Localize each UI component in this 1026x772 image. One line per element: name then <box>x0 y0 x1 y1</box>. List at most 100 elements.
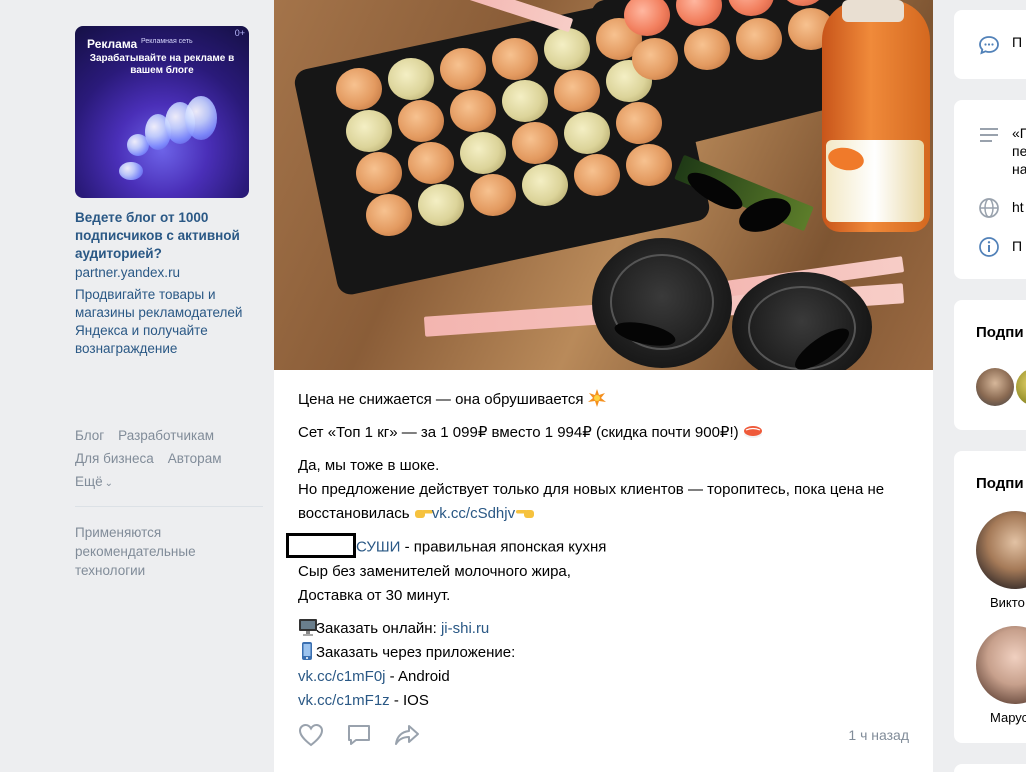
footer-link-blog[interactable]: Блог <box>75 428 104 443</box>
post-line-text: Но предложение действует только для новы… <box>298 481 885 522</box>
contact-name[interactable]: Викто <box>990 595 1025 610</box>
more-info-row[interactable]: П <box>978 236 1022 258</box>
desktop-computer-icon <box>298 618 317 636</box>
right-card-subscribers: Подпи <box>954 300 1026 430</box>
description-row: «Г пе на <box>978 125 1026 178</box>
post-line-text: Да, мы тоже в шоке. <box>298 457 440 474</box>
description-text: «Г пе на <box>1012 125 1026 177</box>
right-card-contacts: Подпи Викто Марус <box>954 451 1026 743</box>
post-line-text: Сыр без заменителей молочного жира, <box>298 563 571 580</box>
sushi-roll <box>346 110 392 153</box>
post-text: Цена не снижается — она обрушивается Сет… <box>274 370 933 713</box>
sushi-roll <box>502 80 548 123</box>
website-link[interactable]: ji-shi.ru <box>441 620 489 637</box>
promo-link[interactable]: vk.cc/cSdhjv <box>432 505 515 522</box>
sushi-roll <box>736 18 782 61</box>
post-line-text: - Android <box>385 668 450 685</box>
post-line-text: Сет «Топ 1 кг» — за 1 099₽ вместо 1 994₽… <box>298 424 739 441</box>
post-line: Да, мы тоже в шоке. Но предложение дейст… <box>298 454 909 526</box>
sushi-roll <box>398 100 444 143</box>
sidebar-divider <box>75 506 263 507</box>
ad-domain-link[interactable]: partner.yandex.ru <box>75 264 265 282</box>
sushi-roll <box>626 144 672 187</box>
ad-title-link[interactable]: Ведете блог от 1000 подписчиков с активн… <box>75 209 265 263</box>
share-icon <box>395 725 419 745</box>
globe-icon <box>979 198 999 218</box>
ios-app-link[interactable]: vk.cc/c1mF1z <box>298 692 390 709</box>
recommendation-note[interactable]: Применяются рекомендательные технологии <box>75 523 225 580</box>
message-icon <box>979 36 999 55</box>
post-line: Цена не снижается — она обрушивается <box>298 388 909 412</box>
sushi-roll <box>492 38 538 81</box>
ad-decoration <box>119 162 143 180</box>
sushi-roll <box>388 58 434 101</box>
ad-banner-image[interactable]: Реклама Рекламная сеть 0+ Зарабатывайте … <box>75 26 249 198</box>
subscribers-header[interactable]: Подпи <box>976 324 1024 341</box>
avatar[interactable] <box>976 626 1026 704</box>
website-row[interactable]: ht <box>978 197 1024 219</box>
sushi-roll <box>544 28 590 71</box>
sushi-roll <box>460 132 506 175</box>
ad-badge: Реклама <box>87 37 138 51</box>
avatar[interactable] <box>976 368 1014 406</box>
avatar[interactable] <box>976 511 1026 589</box>
share-button[interactable] <box>394 720 442 750</box>
heart-icon <box>298 723 324 747</box>
sushi-roll <box>564 112 610 155</box>
juice-bottle-cap <box>842 0 904 22</box>
comment-button[interactable] <box>346 720 394 750</box>
right-card-messages: П <box>954 10 1026 79</box>
redaction-box <box>286 533 356 558</box>
like-button[interactable] <box>298 720 346 750</box>
footer-more-button[interactable]: Ещё ⌄ <box>75 470 265 495</box>
sushi-roll <box>632 38 678 81</box>
ad-image-headline: Зарабатывайте на рекламе в вашем блоге <box>89 53 235 76</box>
avatar[interactable] <box>1016 368 1026 406</box>
sushi-icon <box>743 422 762 440</box>
sushi-roll <box>522 164 568 207</box>
footer-link-business[interactable]: Для бизнеса <box>75 451 154 466</box>
sushi-roll <box>408 142 454 185</box>
post-actions: 1 ч назад <box>298 720 909 750</box>
footer-links: Блог Разработчикам Для бизнеса Авторам Ещё… <box>75 424 265 495</box>
post-line: СУШИ - правильная японская кухня Сыр без… <box>286 533 909 608</box>
sushi-roll <box>470 174 516 217</box>
post-timestamp[interactable]: 1 ч назад <box>848 727 909 743</box>
ad-text-link[interactable]: Продвигайте товары и магазины рекламодат… <box>75 286 265 358</box>
footer-link-developers[interactable]: Разработчикам <box>118 428 214 443</box>
brand-link[interactable]: СУШИ <box>356 538 400 555</box>
ad-age-label: 0+ <box>234 28 245 38</box>
pointing-right-icon <box>414 505 433 523</box>
contact-name[interactable]: Марус <box>990 710 1026 725</box>
message-label: П <box>1012 34 1023 50</box>
post-line-text: - правильная японская кухня <box>400 538 607 556</box>
sushi-roll <box>418 184 464 227</box>
chevron-down-icon: ⌄ <box>104 478 114 489</box>
message-community-button[interactable]: П <box>978 35 1022 55</box>
post-card: Цена не снижается — она обрушивается Сет… <box>274 0 933 772</box>
post-line-text: Заказать онлайн: <box>316 620 441 637</box>
ad-network-label: Рекламная сеть <box>141 38 193 45</box>
explosion-icon <box>587 389 606 407</box>
comment-icon <box>348 725 370 745</box>
footer-link-authors[interactable]: Авторам <box>168 451 222 466</box>
sushi-roll <box>366 194 412 237</box>
sushi-roll <box>440 48 486 91</box>
sushi-roll <box>616 102 662 145</box>
android-app-link[interactable]: vk.cc/c1mF0j <box>298 668 386 685</box>
ad-decoration <box>185 96 217 140</box>
footer-more-label: Ещё <box>75 474 103 489</box>
sushi-roll <box>574 154 620 197</box>
post-line: Сет «Топ 1 кг» — за 1 099₽ вместо 1 994₽… <box>298 421 909 445</box>
mobile-phone-icon <box>298 642 316 660</box>
info-icon <box>979 237 999 257</box>
post-line-text: - IOS <box>389 692 429 709</box>
sushi-roll <box>450 90 496 133</box>
text-lines-icon <box>980 128 998 142</box>
pointing-left-icon <box>515 505 535 523</box>
contacts-header[interactable]: Подпи <box>976 475 1024 492</box>
sushi-roll <box>512 122 558 165</box>
more-info-label: П <box>1012 238 1023 254</box>
post-photo[interactable] <box>274 0 933 370</box>
right-card-next <box>954 764 1026 772</box>
